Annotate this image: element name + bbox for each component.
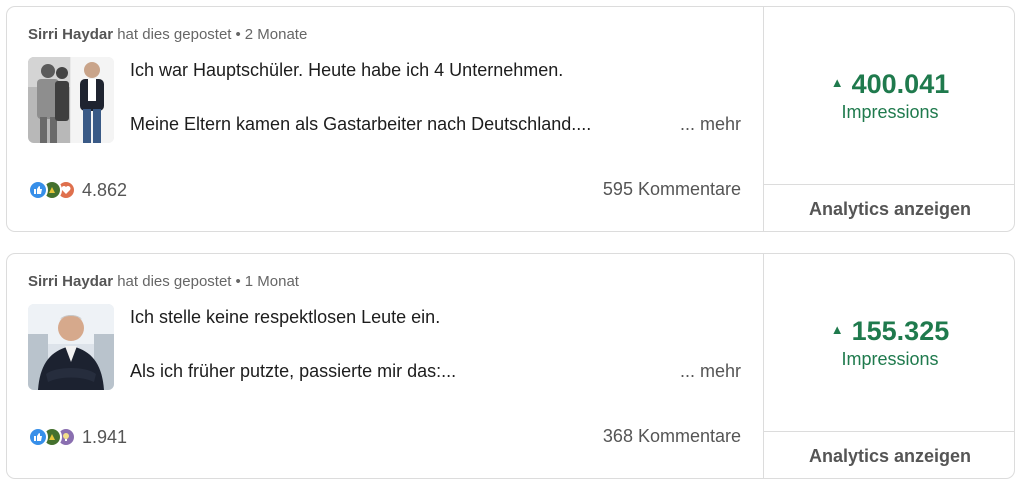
post-text-line2: Als ich früher putzte, passierte mir das…	[130, 361, 457, 381]
post-age: 2 Monate	[244, 26, 308, 43]
impressions-panel: ▲ 155.325 Impressions	[763, 254, 1014, 431]
comments-count[interactable]: 595 Kommentare	[603, 179, 741, 200]
analytics-button[interactable]: Analytics anzeigen	[763, 184, 1014, 231]
impressions-value: ▲ 155.325	[764, 316, 1014, 347]
post-meta: Sirri Haydar hat dies gepostet • 2 Monate	[28, 26, 307, 43]
post-age: 1 Monat	[244, 273, 299, 290]
post-card: Sirri Haydar hat dies gepostet • 1 Monat I…	[6, 253, 1015, 479]
more-link[interactable]: ... mehr	[680, 361, 741, 382]
reactions-summary[interactable]: 4.862	[28, 179, 127, 201]
impressions-label: Impressions	[841, 349, 939, 369]
separator-dot: •	[235, 273, 241, 290]
post-meta: Sirri Haydar hat dies gepostet • 1 Monat	[28, 273, 299, 290]
post-text-line1: Ich stelle keine respektlosen Leute ein.	[130, 307, 441, 327]
impressions-panel: ▲ 400.041 Impressions	[763, 7, 1014, 184]
impressions-value: ▲ 400.041	[764, 69, 1014, 100]
separator-dot: •	[235, 26, 241, 43]
impressions-number: 155.325	[851, 316, 950, 346]
more-link[interactable]: ... mehr	[680, 114, 741, 135]
post-preview[interactable]: Sirri Haydar hat dies gepostet • 1 Monat I…	[7, 254, 763, 478]
post-action: hat dies gepostet	[117, 273, 232, 290]
reactions-count: 4.862	[82, 179, 128, 200]
reactions-count: 1.941	[82, 426, 128, 447]
post-card: Sirri Haydar hat dies gepostet • 2 Monate	[6, 6, 1015, 232]
post-preview[interactable]: Sirri Haydar hat dies gepostet • 2 Monate	[7, 7, 763, 231]
author-name[interactable]: Sirri Haydar	[28, 26, 113, 43]
post-action: hat dies gepostet	[117, 26, 232, 43]
comments-count[interactable]: 368 Kommentare	[603, 426, 741, 447]
impressions-number: 400.041	[851, 69, 950, 99]
post-thumbnail[interactable]	[28, 304, 114, 390]
post-text-line2: Meine Eltern kamen als Gastarbeiter nach…	[130, 114, 592, 134]
trend-up-icon: ▲	[830, 322, 844, 338]
like-icon	[28, 180, 48, 200]
author-name[interactable]: Sirri Haydar	[28, 273, 113, 290]
like-icon	[28, 427, 48, 447]
analytics-button[interactable]: Analytics anzeigen	[763, 431, 1014, 478]
post-text-line1: Ich war Hauptschüler. Heute habe ich 4 U…	[130, 60, 564, 80]
post-thumbnail[interactable]	[28, 57, 114, 143]
impressions-label: Impressions	[841, 102, 939, 122]
reactions-summary[interactable]: 1.941	[28, 426, 127, 448]
trend-up-icon: ▲	[830, 75, 844, 91]
